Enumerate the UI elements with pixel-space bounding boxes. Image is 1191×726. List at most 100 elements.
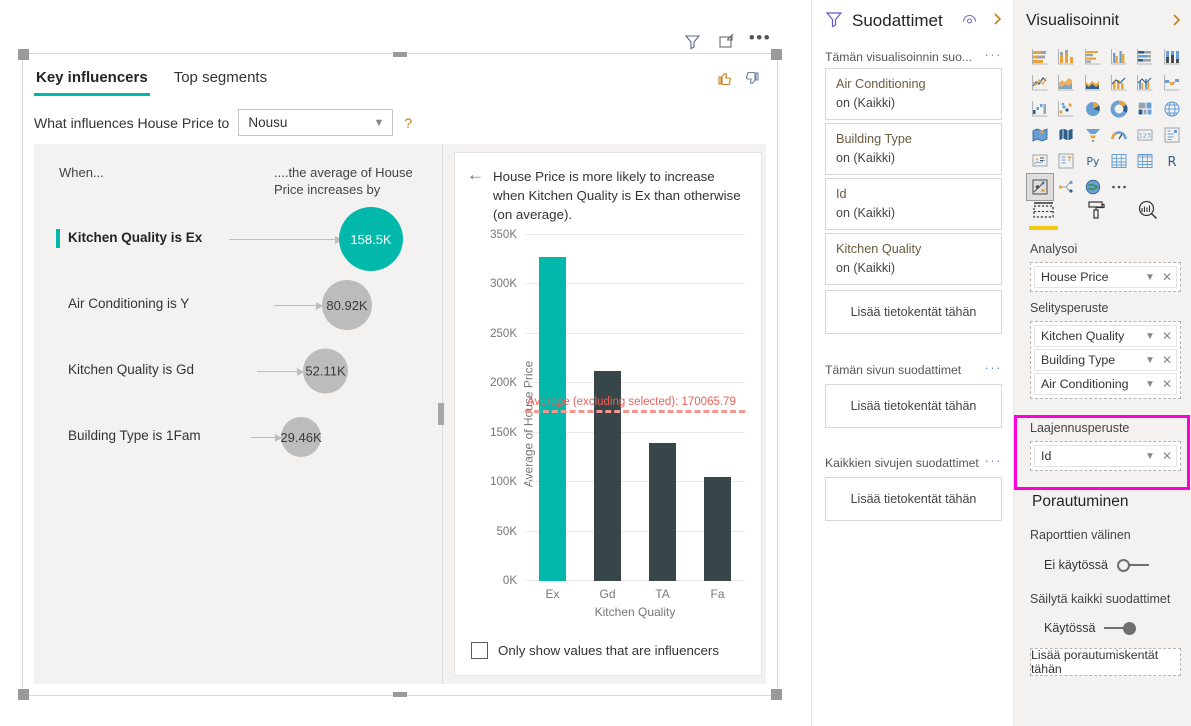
filter-group-more-icon[interactable]: ···	[985, 52, 1003, 63]
filter-dropzone-page[interactable]: Lisää tietokentät tähän	[825, 384, 1002, 428]
cross-report-toggle[interactable]	[1117, 559, 1149, 572]
cross-report-toggle-row[interactable]: Ei käytössä	[1044, 558, 1149, 572]
field-well-analyze[interactable]: House Price ▼ ✕	[1030, 262, 1181, 292]
field-menu-chevron-icon[interactable]: ▼	[1145, 272, 1155, 283]
influencer-row[interactable]: Air Conditioning is Y 80.92K	[34, 272, 434, 338]
map-icon[interactable]	[1158, 96, 1184, 122]
pie-chart-icon[interactable]	[1080, 96, 1106, 122]
resize-handle-top-center[interactable]	[393, 52, 407, 57]
field-menu-chevron-icon[interactable]: ▼	[1145, 331, 1155, 342]
filter-icon[interactable]	[682, 31, 702, 51]
format-tab-icon[interactable]	[1085, 200, 1107, 230]
filter-card[interactable]: Kitchen Quality on (Kaikki)	[825, 233, 1002, 285]
filter-card[interactable]: Air Conditioning on (Kaikki)	[825, 68, 1002, 120]
checkbox-box[interactable]	[471, 642, 488, 659]
resize-handle-top-left[interactable]	[18, 49, 29, 60]
treemap-icon[interactable]	[1132, 96, 1158, 122]
tab-top-segments[interactable]: Top segments	[172, 65, 269, 96]
more-visuals-icon[interactable]	[1106, 174, 1132, 200]
influencer-bubble[interactable]: 158.5K	[339, 207, 403, 271]
filled-map-icon[interactable]	[1027, 122, 1053, 148]
arcgis-maps-icon[interactable]	[1080, 174, 1106, 200]
keep-filters-toggle-row[interactable]: Käytössä	[1044, 621, 1136, 635]
collapse-visualizations-chevron-icon[interactable]	[1171, 13, 1183, 30]
drill-through-dropzone[interactable]: Lisää porautumiskentät tähän	[1030, 648, 1181, 676]
hide-filter-icon[interactable]	[961, 12, 978, 30]
waterfall-chart-icon[interactable]	[1027, 96, 1053, 122]
decomposition-tree-icon[interactable]	[1053, 174, 1079, 200]
filter-dropzone-all-pages[interactable]: Lisää tietokentät tähän	[825, 477, 1002, 521]
filter-card[interactable]: Building Type on (Kaikki)	[825, 123, 1002, 175]
keep-filters-toggle[interactable]	[1104, 622, 1136, 635]
filter-group-more-icon[interactable]: ···	[985, 365, 1003, 376]
only-show-influencers-checkbox[interactable]: Only show values that are influencers	[471, 642, 719, 659]
resize-handle-bottom-center[interactable]	[393, 692, 407, 697]
100-stacked-bar-chart-icon[interactable]	[1132, 44, 1158, 70]
fields-tab-icon[interactable]	[1032, 201, 1055, 230]
card-icon[interactable]: 123	[1132, 122, 1158, 148]
clustered-column-chart-icon[interactable]	[1106, 44, 1132, 70]
influencer-row[interactable]: Building Type is 1Fam 29.46K	[34, 404, 434, 470]
field-well-expand-by[interactable]: Id ▼ ✕	[1030, 441, 1181, 471]
funnel-icon[interactable]	[1080, 122, 1106, 148]
table-icon[interactable]	[1106, 148, 1132, 174]
influencer-bubble[interactable]: 52.11K	[303, 349, 348, 394]
remove-field-icon[interactable]: ✕	[1162, 329, 1172, 343]
remove-field-icon[interactable]: ✕	[1162, 270, 1172, 284]
gauge-icon[interactable]	[1106, 122, 1132, 148]
scatter-chart-icon[interactable]	[1053, 96, 1079, 122]
ribbon-chart-icon[interactable]	[1158, 70, 1184, 96]
filter-dropzone-visual[interactable]: Lisää tietokentät tähän	[825, 290, 1002, 334]
key-influencers-visual[interactable]: Key influencers Top segments What influe…	[22, 53, 778, 696]
stacked-area-chart-icon[interactable]	[1080, 70, 1106, 96]
influencer-bubble[interactable]: 29.46K	[281, 417, 321, 457]
field-menu-chevron-icon[interactable]: ▼	[1145, 451, 1155, 462]
matrix-icon[interactable]	[1132, 148, 1158, 174]
field-well-explain-by[interactable]: Kitchen Quality ▼ ✕ Building Type ▼ ✕ Ai…	[1030, 321, 1181, 399]
analytics-tab-icon[interactable]	[1137, 200, 1159, 230]
pane-resize-grip[interactable]	[438, 403, 444, 425]
resize-handle-bottom-left[interactable]	[18, 689, 29, 700]
resize-handle-bottom-right[interactable]	[771, 689, 782, 700]
chart-bar[interactable]	[539, 257, 567, 581]
filter-card[interactable]: Id on (Kaikki)	[825, 178, 1002, 230]
shape-map-icon[interactable]	[1053, 122, 1079, 148]
influence-direction-select[interactable]: Nousu ▼	[238, 109, 393, 136]
line-stacked-column-icon[interactable]	[1106, 70, 1132, 96]
influencer-row[interactable]: Kitchen Quality is Ex 158.5K	[34, 206, 434, 272]
clustered-bar-chart-icon[interactable]	[1080, 44, 1106, 70]
remove-field-icon[interactable]: ✕	[1162, 353, 1172, 367]
resize-handle-top-right[interactable]	[771, 49, 782, 60]
field-pill[interactable]: Air Conditioning ▼ ✕	[1034, 373, 1177, 395]
stacked-column-chart-icon[interactable]	[1053, 44, 1079, 70]
filter-group-more-icon[interactable]: ···	[985, 458, 1003, 469]
key-influencers-icon[interactable]	[1027, 174, 1053, 200]
field-pill[interactable]: Kitchen Quality ▼ ✕	[1034, 325, 1177, 347]
collapse-filters-chevron-icon[interactable]	[992, 12, 1004, 29]
field-pill[interactable]: Building Type ▼ ✕	[1034, 349, 1177, 371]
slicer-icon[interactable]	[1053, 148, 1079, 174]
remove-field-icon[interactable]: ✕	[1162, 449, 1172, 463]
stacked-bar-chart-icon[interactable]	[1027, 44, 1053, 70]
more-options-icon[interactable]: •••	[750, 31, 770, 51]
python-visual-icon[interactable]: Py	[1080, 148, 1106, 174]
multi-row-card-icon[interactable]	[1158, 122, 1184, 148]
field-pill[interactable]: Id ▼ ✕	[1034, 445, 1177, 467]
remove-field-icon[interactable]: ✕	[1162, 377, 1172, 391]
tab-key-influencers[interactable]: Key influencers	[34, 65, 150, 96]
chart-bar[interactable]	[704, 477, 732, 581]
field-menu-chevron-icon[interactable]: ▼	[1145, 379, 1155, 390]
area-chart-icon[interactable]	[1053, 70, 1079, 96]
chart-bar[interactable]	[649, 443, 677, 581]
donut-chart-icon[interactable]	[1106, 96, 1132, 122]
thumbs-up-icon[interactable]	[714, 68, 734, 88]
r-visual-icon[interactable]: R	[1158, 148, 1184, 174]
influencer-row[interactable]: Kitchen Quality is Gd 52.11K	[34, 338, 434, 404]
field-menu-chevron-icon[interactable]: ▼	[1145, 355, 1155, 366]
influencer-bubble[interactable]: 80.92K	[322, 280, 372, 330]
field-pill[interactable]: House Price ▼ ✕	[1034, 266, 1177, 288]
line-chart-icon[interactable]	[1027, 70, 1053, 96]
kpi-icon[interactable]	[1027, 148, 1053, 174]
thumbs-down-icon[interactable]	[743, 68, 763, 88]
100-stacked-column-chart-icon[interactable]	[1158, 44, 1184, 70]
